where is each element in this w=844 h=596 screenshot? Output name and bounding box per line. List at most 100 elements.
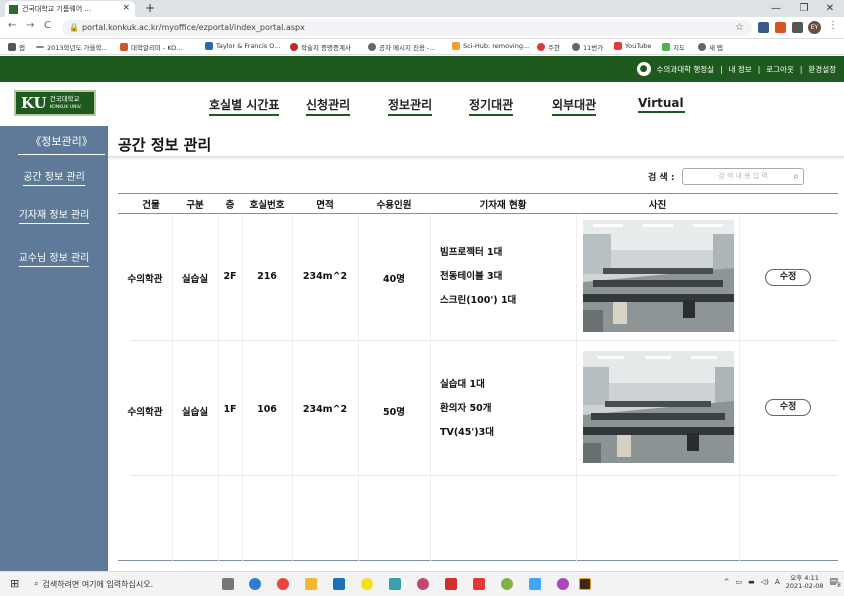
task-view-icon[interactable] — [222, 578, 234, 590]
menu-external-rental[interactable]: 외부대관 — [552, 96, 597, 116]
bookmark-item[interactable]: 새 탭 — [698, 42, 723, 52]
menu-dots-icon[interactable]: ⋮ — [828, 20, 838, 31]
maximize-icon[interactable]: ❐ — [790, 0, 818, 17]
app-icon[interactable] — [529, 578, 541, 590]
extension-icon[interactable] — [775, 22, 786, 33]
my-info-link[interactable]: 내 정보 — [729, 64, 752, 75]
edge-icon[interactable] — [249, 578, 261, 590]
type-cell: 실습실 — [181, 274, 209, 285]
close-window-icon[interactable]: ✕ — [816, 0, 844, 17]
area-cell: 234m^2 — [302, 404, 348, 415]
menu-room-timetable[interactable]: 호실별 시간표 — [209, 96, 280, 116]
settings-link[interactable]: 환경설정 — [808, 64, 836, 75]
app-icon[interactable] — [389, 578, 401, 590]
equipment-item: TV(45')3대 — [440, 427, 494, 438]
url-field[interactable]: 🔒 portal.konkuk.ac.kr/myoffice/ezportal/… — [62, 20, 752, 36]
equipment-item: 환의자 50개 — [440, 403, 492, 414]
browser-tab-bar: 건국대학교 기룸웨어 ... × + — ❐ ✕ — [0, 0, 844, 17]
minimize-icon[interactable]: — — [762, 0, 790, 17]
network-icon[interactable]: ▭ — [736, 578, 743, 586]
floor-cell: 1F — [223, 404, 237, 415]
menu-regular-rental[interactable]: 정기대관 — [469, 96, 514, 116]
bookmark-item[interactable]: 2013학년도 가을학... — [36, 42, 108, 52]
capacity-cell: 50명 — [383, 407, 405, 418]
space-info-table: 건물 구분 층 호실번호 면적 수용인원 기자재 현황 사진 수의학관 실습실 … — [118, 193, 838, 561]
sidebar-item-space-info[interactable]: 공간 정보 관리 — [0, 168, 108, 186]
edit-button[interactable]: 수정 — [765, 269, 811, 286]
menu-virtual[interactable]: Virtual — [638, 96, 685, 113]
capacity-cell: 40명 — [383, 274, 405, 285]
mail-icon[interactable] — [333, 578, 345, 590]
equipment-item: 스크린(100') 1대 — [440, 295, 517, 306]
menu-request-management[interactable]: 신청관리 — [306, 96, 351, 116]
room-cell: 106 — [257, 404, 277, 415]
bookmark-item[interactable]: 앱 — [8, 42, 25, 52]
display-icon[interactable]: ▬ — [748, 578, 755, 586]
system-tray: ^ ▭ ▬ ◁) A 오후 4:11 2021-02-08 ▤ 8 — [724, 574, 842, 590]
bookmarks-bar: 앱 2013학년도 가을학... 대학알리미 - KO... Taylor & … — [0, 39, 844, 55]
bookmark-item[interactable]: 11번가 — [572, 42, 603, 52]
app-icon[interactable] — [417, 578, 429, 590]
bookmark-item[interactable]: 주한 — [537, 42, 560, 52]
back-icon[interactable]: ← — [8, 20, 16, 31]
clock[interactable]: 오후 4:11 2021-02-08 — [786, 574, 824, 590]
puzzle-icon[interactable] — [792, 22, 803, 33]
title-divider — [108, 156, 844, 160]
site-favicon — [9, 4, 18, 14]
notification-icon[interactable]: ▤ 8 — [829, 577, 842, 589]
bookmark-item[interactable]: 공자 메시지 진용 -... — [368, 42, 436, 52]
bookmark-item[interactable]: 지도 — [662, 42, 685, 52]
sidebar-title: 《정보관리》 — [18, 133, 105, 155]
column-header: 기자재 현황 — [479, 200, 527, 211]
building-cell: 수의학관 — [127, 407, 163, 418]
app-icon[interactable] — [557, 578, 569, 590]
notification-count: 8 — [836, 582, 842, 589]
url-text: portal.konkuk.ac.kr/myoffice/ezportal/in… — [82, 23, 305, 32]
column-header: 층 — [225, 200, 235, 211]
equipment-item: 빔프로젝터 1대 — [440, 247, 503, 258]
taskbar-search[interactable]: ⌕ 검색하려면 여기에 입력하십시오. — [28, 575, 213, 593]
search-icon[interactable]: ⌕ — [793, 169, 799, 184]
close-tab-icon[interactable]: × — [122, 3, 130, 13]
windows-start-icon[interactable]: ⊞ — [10, 577, 19, 590]
room-photo — [583, 351, 734, 463]
menu-info-management[interactable]: 정보관리 — [388, 96, 433, 116]
reload-icon[interactable]: C — [44, 20, 51, 31]
extension-icon[interactable] — [758, 22, 769, 33]
tab-title: 건국대학교 기룸웨어 ... — [22, 5, 92, 13]
konkuk-logo[interactable]: KU 건국대학교 KONKUK UNIV. — [14, 90, 96, 116]
search-placeholder: 검 색 내 용 입 력 — [718, 172, 768, 180]
column-header: 사진 — [648, 200, 667, 211]
column-header: 면적 — [316, 200, 334, 211]
type-cell: 실습실 — [181, 407, 209, 418]
ime-icon[interactable]: A — [775, 578, 780, 586]
new-tab-button[interactable]: + — [142, 0, 158, 16]
sidebar-item-equipment-info[interactable]: 기자재 정보 관리 — [0, 206, 108, 224]
bookmark-item[interactable]: YouTube — [614, 42, 651, 50]
star-icon[interactable]: ☆ — [735, 20, 744, 36]
app-icon[interactable] — [473, 578, 485, 590]
edit-button[interactable]: 수정 — [765, 399, 811, 416]
app-icon[interactable] — [501, 578, 513, 590]
logout-link[interactable]: 로그아웃 — [766, 64, 794, 75]
file-explorer-icon[interactable] — [305, 578, 317, 590]
column-header: 호실번호 — [249, 200, 285, 211]
kakaotalk-icon[interactable] — [361, 578, 373, 590]
bookmark-item[interactable]: Sci-Hub: removing... — [452, 42, 529, 50]
chrome-icon[interactable] — [277, 578, 289, 590]
app-icon[interactable] — [445, 578, 457, 590]
sidebar-item-professor-info[interactable]: 교수님 정보 관리 — [0, 249, 108, 267]
profile-avatar[interactable]: EY — [808, 21, 821, 34]
illustrator-icon[interactable] — [579, 578, 591, 590]
site-top-bar: ● 수의과대학 행정실 | 내 정보 | 로그아웃 | 환경설정 — [0, 56, 844, 82]
browser-tab[interactable]: 건국대학교 기룸웨어 ... × — [5, 1, 135, 17]
taskbar-search-placeholder: 검색하려면 여기에 입력하십시오. — [42, 579, 154, 589]
site-header: KU 건국대학교 KONKUK UNIV. 호실별 시간표 신청관리 정보관리 정… — [0, 82, 844, 126]
chevron-up-icon[interactable]: ^ — [724, 578, 730, 586]
search-input[interactable]: 검 색 내 용 입 력 ⌕ — [682, 168, 804, 185]
forward-icon[interactable]: → — [26, 20, 34, 31]
bookmark-item[interactable]: Taylor & Francis O... — [205, 42, 280, 50]
volume-icon[interactable]: ◁) — [761, 578, 769, 586]
bookmark-item[interactable]: 학술지 증명증계사 — [290, 42, 351, 52]
bookmark-item[interactable]: 대학알리미 - KO... — [120, 42, 182, 52]
